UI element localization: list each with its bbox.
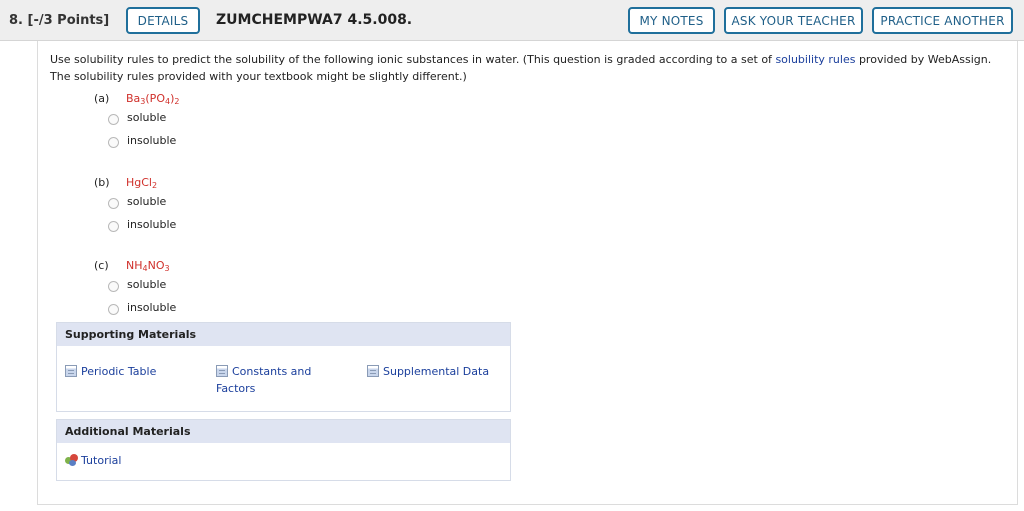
document-icon — [367, 365, 379, 377]
part-a-label: (a) — [94, 92, 110, 105]
part-c-label: (c) — [94, 259, 109, 272]
part-c-soluble-radio[interactable] — [108, 281, 119, 292]
part-a-insoluble-label[interactable]: insoluble — [127, 134, 176, 147]
solubility-rules-link[interactable]: solubility rules — [775, 53, 855, 66]
additional-materials-box: Additional Materials — [56, 419, 511, 481]
formula-segment: NH — [126, 259, 143, 272]
constants-and-factors-link-text[interactable]: Constants and Factors — [216, 365, 311, 395]
details-button[interactable]: DETAILS — [126, 7, 200, 34]
part-c-insoluble-radio[interactable] — [108, 304, 119, 315]
formula-segment: 2 — [152, 181, 158, 190]
part-c-insoluble-label[interactable]: insoluble — [127, 301, 176, 314]
part-b-soluble-radio[interactable] — [108, 198, 119, 209]
formula-segment: NO — [147, 259, 165, 272]
part-a-soluble-radio[interactable] — [108, 114, 119, 125]
part-b-soluble-label[interactable]: soluble — [127, 195, 166, 208]
tutorial-link[interactable]: Tutorial — [65, 452, 121, 469]
instructions-text: Use solubility rules to predict the solu… — [50, 53, 776, 66]
part-c-soluble-label[interactable]: soluble — [127, 278, 166, 291]
formula-segment: HgCl — [126, 176, 152, 189]
practice-another-button[interactable]: PRACTICE ANOTHER — [872, 7, 1013, 34]
formula-segment: 3 — [164, 264, 170, 273]
part-b-label: (b) — [94, 176, 110, 189]
constants-and-factors-link[interactable]: Constants and Factors — [216, 363, 326, 397]
points-label: [-/3 Points] — [27, 13, 110, 28]
supplemental-data-link[interactable]: Supplemental Data — [367, 363, 489, 380]
part-a-formula: Ba3(PO4)2 — [126, 92, 179, 106]
question-number-text: 8. — [9, 13, 23, 28]
periodic-table-link[interactable]: Periodic Table — [65, 363, 156, 380]
question-header: 8. [-/3 Points] DETAILS ZUMCHEMPWA7 4.5.… — [0, 0, 1024, 41]
document-icon — [216, 365, 228, 377]
additional-materials-title: Additional Materials — [57, 420, 510, 443]
question-number: 8. [-/3 Points] — [9, 13, 109, 28]
part-b-insoluble-radio[interactable] — [108, 221, 119, 232]
tutorial-link-text[interactable]: Tutorial — [81, 454, 121, 467]
part-a-soluble-label[interactable]: soluble — [127, 111, 166, 124]
my-notes-button[interactable]: MY NOTES — [628, 7, 715, 34]
tutorial-icon — [65, 454, 78, 466]
supporting-materials-title: Supporting Materials — [57, 323, 510, 346]
ask-your-teacher-button[interactable]: ASK YOUR TEACHER — [724, 7, 863, 34]
part-b-formula: HgCl2 — [126, 176, 157, 190]
document-icon — [65, 365, 77, 377]
part-a-insoluble-radio[interactable] — [108, 137, 119, 148]
supplemental-data-link-text[interactable]: Supplemental Data — [383, 365, 489, 378]
formula-segment: (PO — [145, 92, 165, 105]
formula-segment: 2 — [174, 97, 180, 106]
periodic-table-link-text[interactable]: Periodic Table — [81, 365, 156, 378]
question-id: ZUMCHEMPWA7 4.5.008. — [216, 12, 413, 28]
part-c-formula: NH4NO3 — [126, 259, 170, 273]
question-instructions: Use solubility rules to predict the solu… — [50, 51, 1010, 85]
part-b-insoluble-label[interactable]: insoluble — [127, 218, 176, 231]
formula-segment: Ba — [126, 92, 141, 105]
